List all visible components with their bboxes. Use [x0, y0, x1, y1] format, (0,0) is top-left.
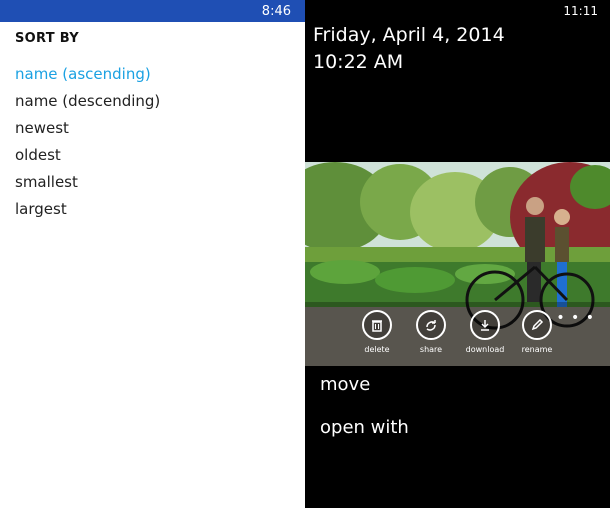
app-bar: delete share download rename • • •: [305, 310, 610, 360]
sort-screen: 8:46 SORT BY name (ascending) name (desc…: [0, 0, 305, 508]
sort-option-smallest[interactable]: smallest: [15, 171, 160, 198]
delete-label: delete: [364, 345, 390, 354]
sort-by-heading: SORT BY: [15, 31, 79, 46]
photo-viewer-screen: 11:11 Friday, April 4, 2014 10:22 AM del…: [305, 0, 610, 508]
status-time: 8:46: [261, 3, 291, 19]
download-button[interactable]: download: [457, 310, 513, 354]
photo-time: 10:22 AM: [313, 51, 404, 73]
pencil-icon: [522, 310, 552, 340]
download-icon: [470, 310, 500, 340]
share-button[interactable]: share: [403, 310, 459, 354]
sort-option-largest[interactable]: largest: [15, 198, 160, 225]
rename-label: rename: [521, 345, 553, 354]
status-bar: 8:46: [0, 0, 305, 22]
sort-option-name-descending[interactable]: name (descending): [15, 90, 160, 117]
share-label: share: [419, 345, 443, 354]
delete-button[interactable]: delete: [349, 310, 405, 354]
status-bar: 11:11: [305, 0, 610, 22]
status-time: 11:11: [563, 4, 598, 18]
trash-icon: [362, 310, 392, 340]
sort-option-name-ascending[interactable]: name (ascending): [15, 63, 160, 90]
sort-options-list: name (ascending) name (descending) newes…: [15, 63, 160, 225]
download-label: download: [465, 345, 505, 354]
share-icon: [416, 310, 446, 340]
more-options-icon[interactable]: • • •: [556, 310, 595, 326]
menu-item-open-with[interactable]: open with: [320, 417, 409, 438]
menu-item-move[interactable]: move: [320, 374, 370, 395]
photo-date: Friday, April 4, 2014: [313, 24, 505, 46]
sort-option-oldest[interactable]: oldest: [15, 144, 160, 171]
sort-option-newest[interactable]: newest: [15, 117, 160, 144]
